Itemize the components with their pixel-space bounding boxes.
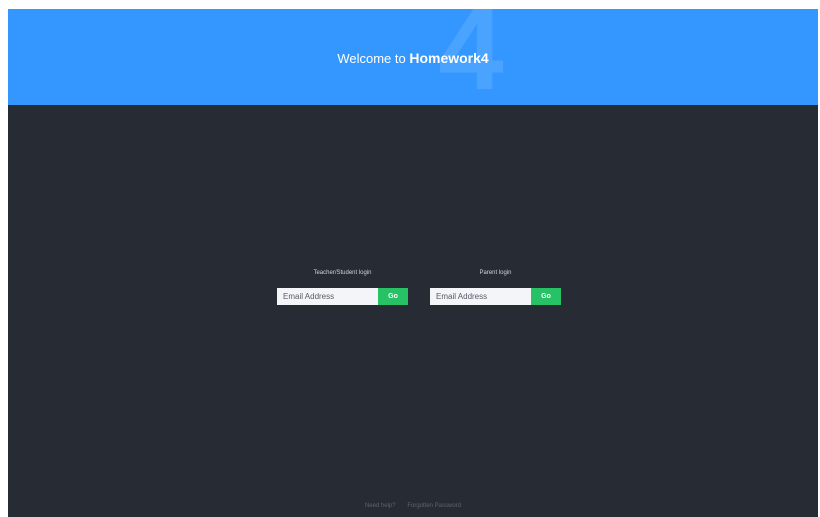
- teacher-student-login: Teacher/Student login Go: [277, 268, 408, 305]
- parent-login: Parent login Go: [430, 268, 561, 305]
- app-frame: 4 Welcome to Homework4 Teacher/Student l…: [8, 9, 818, 517]
- parent-go-button[interactable]: Go: [531, 288, 561, 305]
- need-help-link[interactable]: Need help?: [365, 503, 396, 509]
- teacher-email-input[interactable]: [277, 288, 378, 305]
- teacher-student-login-form: Go: [277, 288, 408, 305]
- footer: Need help? Forgotten Password: [8, 501, 818, 511]
- parent-login-label: Parent login: [479, 270, 512, 276]
- forgotten-password-link[interactable]: Forgotten Password: [407, 503, 461, 509]
- teacher-go-button[interactable]: Go: [378, 288, 408, 305]
- brand-name: Homework4: [409, 50, 489, 66]
- header-banner: 4 Welcome to Homework4: [8, 9, 818, 105]
- welcome-title: Welcome to Homework4: [8, 49, 818, 68]
- teacher-student-login-label: Teacher/Student login: [313, 270, 372, 276]
- parent-email-input[interactable]: [430, 288, 531, 305]
- parent-login-form: Go: [430, 288, 561, 305]
- welcome-prefix: Welcome to: [337, 51, 410, 66]
